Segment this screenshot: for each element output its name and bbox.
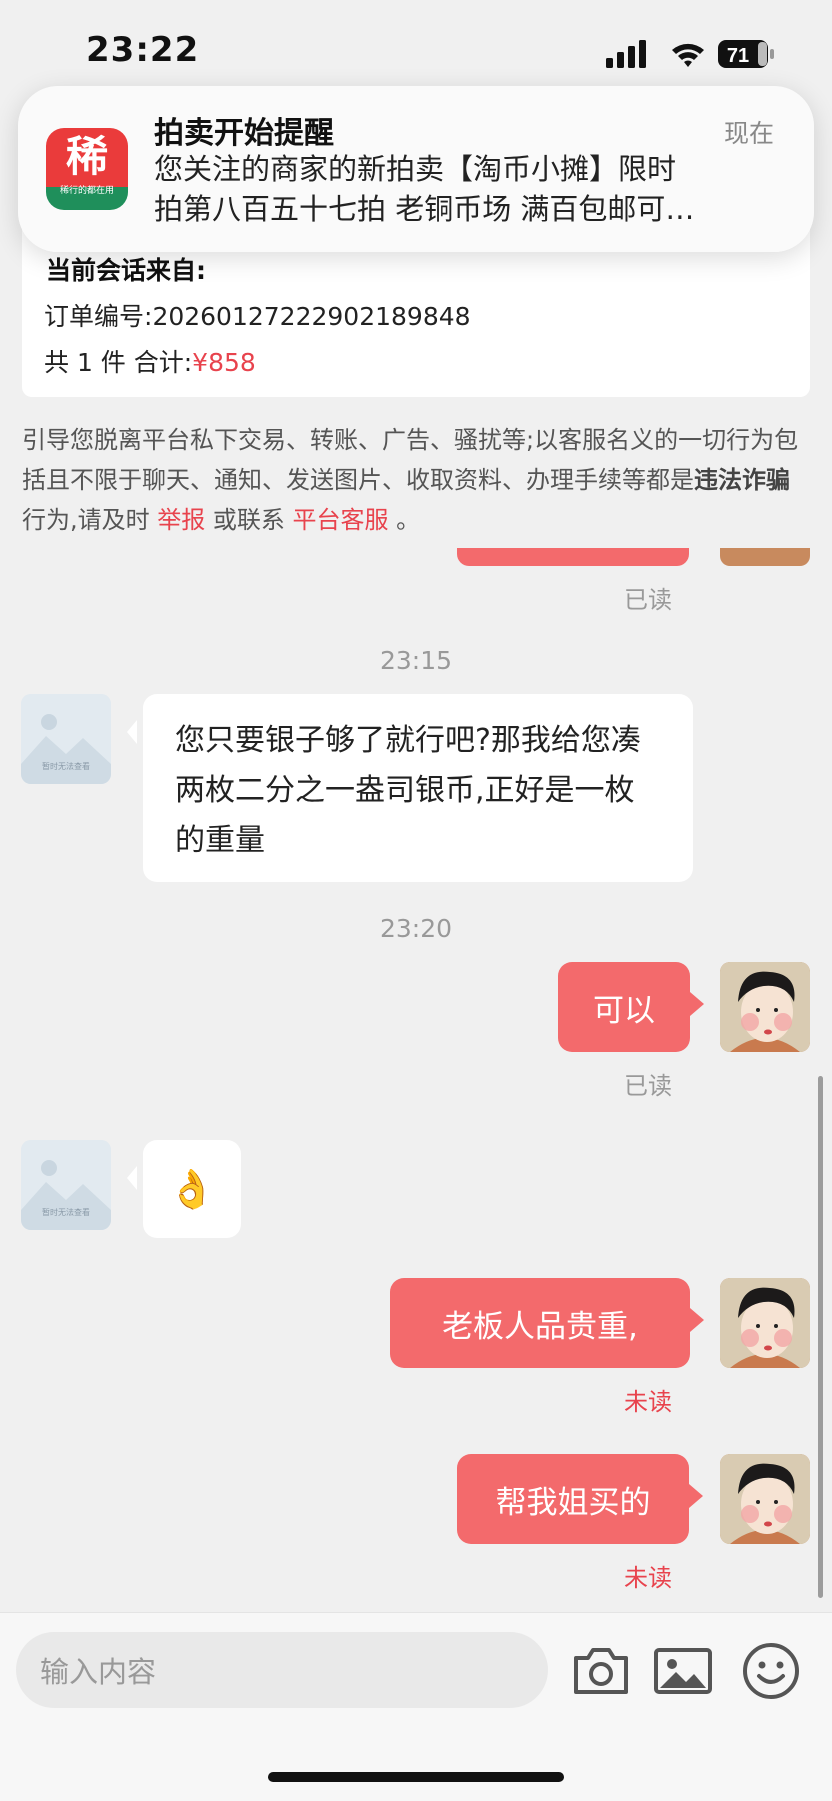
image-icon[interactable] <box>652 1640 714 1702</box>
read-status: 已读 <box>624 1072 672 1100</box>
message-input[interactable]: 输入内容 <box>16 1632 548 1708</box>
status-icons: 71 <box>606 40 774 68</box>
image-placeholder-icon: 暂时无法查看 <box>21 1140 111 1230</box>
battery-icon: 71 <box>718 40 774 68</box>
wifi-icon <box>672 43 704 67</box>
battery-level: 71 <box>727 45 749 67</box>
app-icon-glyph: 稀 <box>65 132 108 181</box>
notification-banner[interactable]: 稀 稀行的都在用 拍卖开始提醒 现在 您关注的商家的新拍卖【淘币小摊】限时 拍第… <box>18 86 814 252</box>
chat-timestamp: 23:15 <box>379 646 453 675</box>
read-status: 已读 <box>624 586 672 614</box>
report-link[interactable]: 举报 <box>157 506 205 534</box>
signal-icon <box>606 40 646 68</box>
portrait-avatar-icon <box>720 1278 810 1368</box>
warning-text-4: 。 <box>388 506 421 534</box>
order-count-label: 共 1 件 合计: <box>44 348 193 377</box>
camera-icon[interactable] <box>570 1640 632 1702</box>
previous-avatar <box>720 548 810 566</box>
unread-status: 未读 <box>624 1564 672 1592</box>
app-icon: 稀 稀行的都在用 <box>46 128 128 210</box>
outgoing-message[interactable]: 帮我姐买的 <box>457 1454 703 1544</box>
order-card-header: 当前会话来自: <box>46 256 206 285</box>
warning-text-3: 或联系 <box>205 506 293 534</box>
portrait-avatar-icon <box>720 1454 810 1544</box>
fraud-warning: 引导您脱离平台私下交易、转账、广告、骚扰等;以客服名义的一切行为包括且不限于聊天… <box>22 420 812 540</box>
notification-time: 现在 <box>723 119 774 148</box>
portrait-avatar-icon <box>720 962 810 1052</box>
outgoing-message[interactable]: 可以 <box>558 962 704 1052</box>
order-total-row: 共 1 件 合计:¥858 <box>44 343 256 379</box>
unread-status: 未读 <box>624 1388 672 1416</box>
app-icon-slogan: 稀行的都在用 <box>59 186 114 196</box>
chat-timestamp: 23:20 <box>379 914 453 943</box>
incoming-message[interactable]: 您只要银子够了就行吧?那我给您凑两枚二分之一盎司银币,正好是一枚的重量 <box>127 694 693 882</box>
warning-text-2: 行为,请及时 <box>22 506 158 534</box>
previous-message-bubble <box>457 548 689 566</box>
notification-body-line1: 您关注的商家的新拍卖【淘币小摊】限时 <box>154 152 677 186</box>
user-avatar[interactable] <box>720 1278 810 1368</box>
incoming-emoji-message[interactable]: 👌 <box>127 1140 241 1238</box>
svg-text:暂时无法查看: 暂时无法查看 <box>42 761 90 771</box>
seller-avatar[interactable]: 暂时无法查看 <box>21 694 111 784</box>
order-number-row: 订单编号:20260127222902189848 <box>44 297 471 333</box>
user-avatar[interactable] <box>720 1454 810 1544</box>
outgoing-message[interactable]: 老板人品贵重, <box>390 1278 704 1368</box>
notification-body-line2: 拍第八百五十七拍 老铜币场 满百包邮可… <box>154 192 695 226</box>
svg-text:暂时无法查看: 暂时无法查看 <box>42 1207 90 1217</box>
home-indicator[interactable] <box>268 1772 564 1782</box>
chat-scrollbar[interactable] <box>818 1076 823 1598</box>
image-placeholder-icon: 暂时无法查看 <box>21 694 111 784</box>
customer-service-link[interactable]: 平台客服 <box>293 506 389 534</box>
warning-bold: 违法诈骗 <box>694 466 790 494</box>
order-number-label: 订单编号: <box>44 302 153 331</box>
order-number: 20260127222902189848 <box>152 302 471 331</box>
warning-text-1: 引导您脱离平台私下交易、转账、广告、骚扰等;以客服名义的一切行为包括且不限于聊天… <box>22 426 799 494</box>
status-time: 23:22 <box>86 30 200 70</box>
emoji-icon[interactable] <box>740 1640 802 1702</box>
user-avatar[interactable] <box>720 962 810 1052</box>
seller-avatar[interactable]: 暂时无法查看 <box>21 1140 111 1230</box>
order-total: ¥858 <box>192 348 256 377</box>
